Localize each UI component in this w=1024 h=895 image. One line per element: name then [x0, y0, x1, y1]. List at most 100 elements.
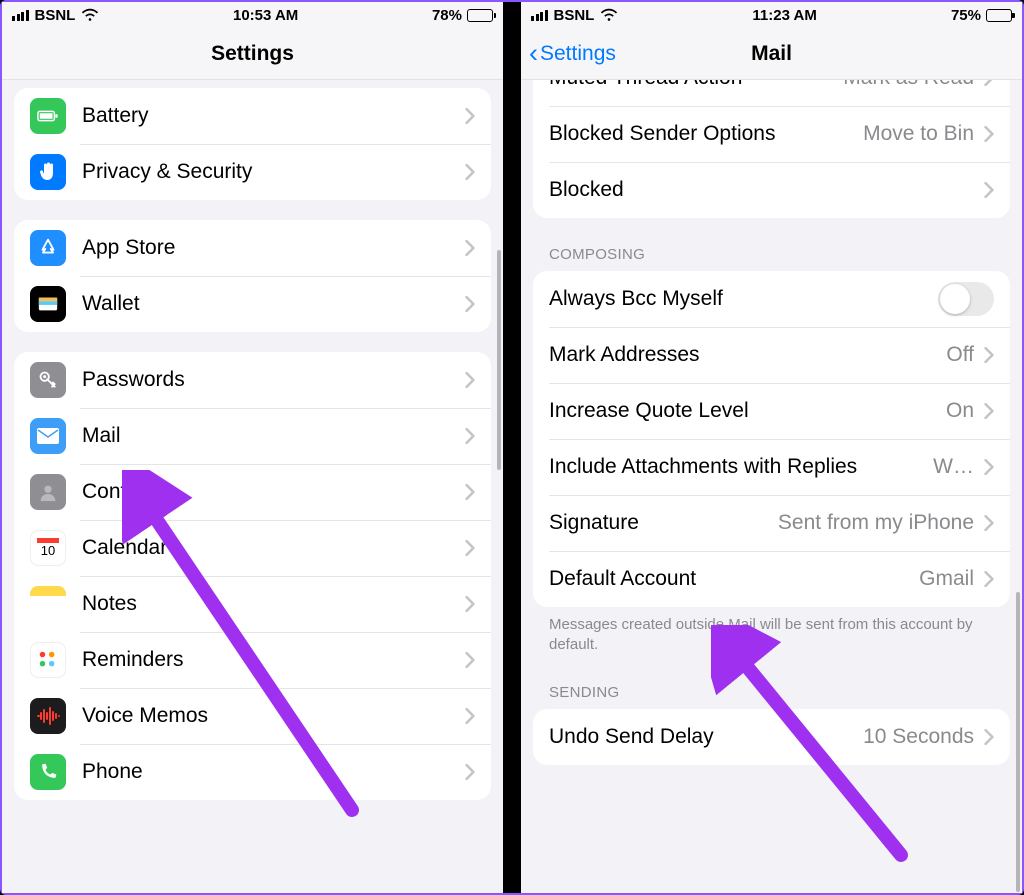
settings-row-battery[interactable]: Battery [14, 88, 491, 144]
row-label: Wallet [82, 292, 455, 316]
status-bar: BSNL 11:23 AM 75% [521, 2, 1022, 28]
section-footer-composing: Messages created outside Mail will be se… [521, 607, 1022, 656]
settings-row-wallet[interactable]: Wallet [14, 276, 491, 332]
chevron-right-icon [984, 459, 994, 475]
row-label: Muted Thread Action [549, 80, 833, 90]
chevron-right-icon [465, 296, 475, 312]
chevron-right-icon [984, 729, 994, 745]
row-label: Passwords [82, 368, 455, 392]
nav-bar: Settings [2, 28, 503, 80]
phone-icon [30, 754, 66, 790]
row-label: Mark Addresses [549, 343, 936, 367]
settings-row-passwords[interactable]: Passwords [14, 352, 491, 408]
settings-row-voicememos[interactable]: Voice Memos [14, 688, 491, 744]
back-button[interactable]: ‹ Settings [521, 40, 616, 67]
scrollbar[interactable] [1016, 592, 1020, 892]
row-label: Always Bcc Myself [549, 287, 928, 311]
settings-row-privacy[interactable]: Privacy & Security [14, 144, 491, 200]
mail-row-signature[interactable]: SignatureSent from my iPhone [533, 495, 1010, 551]
chevron-right-icon [465, 652, 475, 668]
settings-row-notes[interactable]: Notes [14, 576, 491, 632]
mail-row-bcc-myself[interactable]: Always Bcc Myself [533, 271, 1010, 327]
chevron-right-icon [984, 182, 994, 198]
status-bar: BSNL 10:53 AM 78% [2, 2, 503, 28]
signal-bars-icon [531, 10, 548, 21]
row-label: Calendar [82, 536, 455, 560]
chevron-right-icon [984, 571, 994, 587]
settings-row-phone[interactable]: Phone [14, 744, 491, 800]
waveform-icon [30, 698, 66, 734]
row-label: App Store [82, 236, 455, 260]
page-title: Settings [2, 42, 503, 66]
settings-row-reminders[interactable]: Reminders [14, 632, 491, 688]
section-header-sending: Sending [521, 656, 1022, 709]
contacts-icon [30, 474, 66, 510]
row-label: Battery [82, 104, 455, 128]
mail-row-increase-quote[interactable]: Increase Quote LevelOn [533, 383, 1010, 439]
row-value: 10 Seconds [863, 725, 974, 749]
appstore-icon [30, 230, 66, 266]
hand-icon [30, 154, 66, 190]
chevron-right-icon [984, 347, 994, 363]
settings-row-calendar[interactable]: 10 Calendar [14, 520, 491, 576]
settings-group: Battery Privacy & Security [14, 88, 491, 200]
row-label: Reminders [82, 648, 455, 672]
carrier-label: BSNL [554, 7, 595, 24]
envelope-icon [30, 418, 66, 454]
chevron-right-icon [465, 240, 475, 256]
chevron-right-icon [465, 108, 475, 124]
row-label: Voice Memos [82, 704, 455, 728]
notes-icon [30, 586, 66, 622]
reminders-icon [30, 642, 66, 678]
row-label: Default Account [549, 567, 909, 591]
chevron-right-icon [984, 515, 994, 531]
chevron-left-icon: ‹ [529, 40, 538, 67]
settings-row-mail[interactable]: Mail [14, 408, 491, 464]
battery-icon [30, 98, 66, 134]
chevron-right-icon [984, 80, 994, 86]
row-value: Gmail [919, 567, 974, 591]
mail-row-include-attachments[interactable]: Include Attachments with RepliesW… [533, 439, 1010, 495]
phone-right: BSNL 11:23 AM 75% ‹ Settings Mail Muted … [521, 2, 1022, 893]
chevron-right-icon [465, 708, 475, 724]
row-value: Off [946, 343, 974, 367]
mail-row-muted-thread[interactable]: Muted Thread Action Mark as Read [533, 80, 1010, 106]
settings-row-contacts[interactable]: Contacts [14, 464, 491, 520]
chevron-right-icon [465, 596, 475, 612]
row-value: W… [933, 455, 974, 479]
chevron-right-icon [984, 403, 994, 419]
wallet-icon [30, 286, 66, 322]
row-label: Notes [82, 592, 455, 616]
chevron-right-icon [984, 126, 994, 142]
row-value: Move to Bin [863, 122, 974, 146]
row-label: Privacy & Security [82, 160, 455, 184]
svg-text:10: 10 [41, 543, 55, 558]
mail-row-blocked-sender-options[interactable]: Blocked Sender Options Move to Bin [533, 106, 1010, 162]
battery-pct-label: 78% [432, 7, 462, 24]
clock-label: 11:23 AM [752, 7, 816, 24]
row-label: Blocked Sender Options [549, 122, 853, 146]
toggle-switch[interactable] [938, 282, 994, 316]
mail-row-blocked[interactable]: Blocked [533, 162, 1010, 218]
settings-row-appstore[interactable]: App Store [14, 220, 491, 276]
battery-pct-label: 75% [951, 7, 981, 24]
mail-group-composing: Always Bcc Myself Mark Addresses Off Increa… [533, 271, 1010, 607]
carrier-label: BSNL [35, 7, 76, 24]
battery-icon [467, 9, 493, 22]
row-value: On [946, 399, 974, 423]
row-value: Sent from my iPhone [778, 511, 974, 535]
row-label: Undo Send Delay [549, 725, 853, 749]
row-label: Blocked [549, 178, 974, 202]
mail-row-undo-send-delay[interactable]: Undo Send Delay 10 Seconds [533, 709, 1010, 765]
scrollbar[interactable] [497, 250, 501, 470]
chevron-right-icon [465, 540, 475, 556]
chevron-right-icon [465, 764, 475, 780]
clock-label: 10:53 AM [233, 7, 298, 24]
battery-icon [986, 9, 1012, 22]
mail-group-sending: Undo Send Delay 10 Seconds [533, 709, 1010, 765]
mail-row-mark-addresses[interactable]: Mark Addresses Off [533, 327, 1010, 383]
mail-row-default-account[interactable]: Default Account Gmail [533, 551, 1010, 607]
signal-bars-icon [12, 10, 29, 21]
back-label: Settings [540, 42, 616, 66]
row-value: Mark as Read [843, 80, 974, 90]
